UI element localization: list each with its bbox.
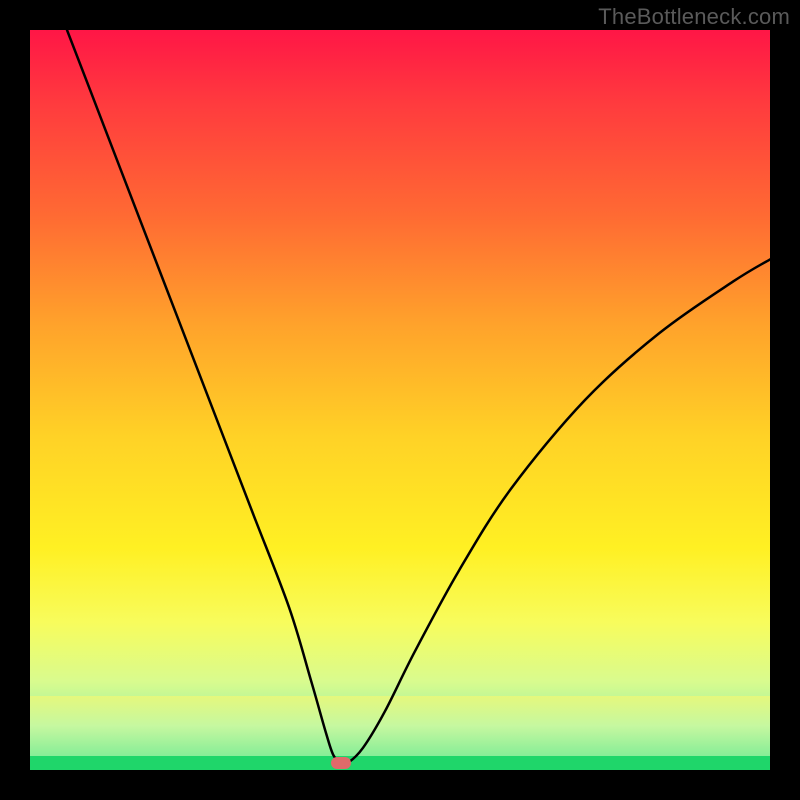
watermark-text: TheBottleneck.com [598, 4, 790, 30]
optimum-marker [331, 757, 351, 769]
plot-area [30, 30, 770, 770]
curve-svg [30, 30, 770, 770]
bottleneck-curve-path [67, 30, 770, 764]
chart-frame: TheBottleneck.com [0, 0, 800, 800]
